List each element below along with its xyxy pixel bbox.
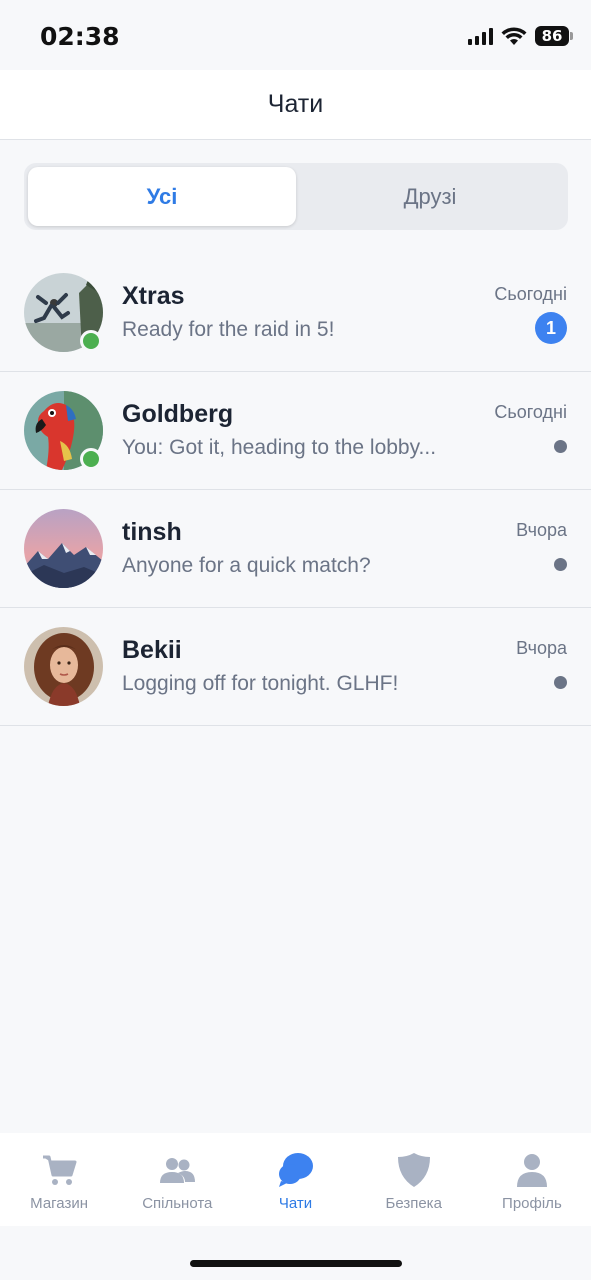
battery-icon: 86 (535, 26, 573, 46)
chat-name: Goldberg (122, 400, 234, 428)
tab-label: Чати (278, 1195, 313, 1212)
tab-profile[interactable]: Профіль (473, 1133, 591, 1226)
tab-community[interactable]: Спільнота (118, 1133, 236, 1226)
filter-segmented-control: Усі Друзі (24, 163, 568, 230)
chat-time: Сьогодні (494, 284, 567, 304)
tab-security[interactable]: Безпека (355, 1133, 473, 1226)
chat-name: Xtras (122, 282, 185, 310)
chat-bubbles-icon (278, 1153, 313, 1187)
cart-icon (43, 1155, 77, 1185)
tab-label: Спільнота (142, 1195, 213, 1212)
bottom-tab-bar: Магазин Спільнота Чати Безпека Профіль (0, 1133, 591, 1226)
status-time: 02:38 (40, 22, 120, 51)
status-icons: 86 (468, 24, 573, 48)
chat-row-tinsh[interactable]: tinsh Anyone for a quick match? Вчора (0, 490, 591, 608)
segment-all[interactable]: Усі (28, 167, 296, 226)
chat-time: Вчора (516, 638, 567, 658)
tab-chats[interactable]: Чати (236, 1133, 354, 1226)
wifi-icon (501, 27, 527, 45)
chat-name: tinsh (122, 518, 182, 546)
chat-row-bekii[interactable]: Bekii Logging off for tonight. GLHF! Вчо… (0, 608, 591, 726)
home-indicator[interactable] (190, 1260, 402, 1267)
chat-row-goldberg[interactable]: Goldberg You: Got it, heading to the lob… (0, 372, 591, 490)
chat-time: Вчора (516, 520, 567, 540)
chat-preview: Anyone for a quick match? (122, 554, 371, 577)
tab-label: Безпека (385, 1195, 442, 1212)
segment-friends[interactable]: Друзі (296, 167, 564, 226)
read-status-dot (554, 558, 567, 571)
chat-preview: You: Got it, heading to the lobby... (122, 436, 437, 459)
online-status-indicator (80, 330, 102, 352)
unread-count-badge: 1 (535, 312, 567, 344)
chat-row-xtras[interactable]: Xtras Ready for the raid in 5! Сьогодні … (0, 254, 591, 372)
online-status-indicator (80, 448, 102, 470)
tab-label: Магазин (30, 1195, 89, 1212)
avatar (24, 627, 103, 706)
shield-icon (397, 1153, 430, 1187)
cellular-signal-icon (468, 27, 493, 45)
chat-time: Сьогодні (494, 402, 567, 422)
read-status-dot (554, 440, 567, 453)
status-bar: 02:38 86 (0, 0, 591, 70)
avatar (24, 509, 103, 588)
chat-list: Xtras Ready for the raid in 5! Сьогодні … (0, 254, 591, 726)
chat-preview: Logging off for tonight. GLHF! (122, 672, 399, 695)
chat-preview: Ready for the raid in 5! (122, 318, 335, 341)
people-icon (160, 1158, 196, 1183)
chat-name: Bekii (122, 636, 182, 664)
tab-shop[interactable]: Магазин (0, 1133, 118, 1226)
tab-label: Профіль (502, 1195, 562, 1212)
app-header: Чати (0, 70, 591, 140)
person-icon (516, 1154, 547, 1187)
page-title: Чати (267, 90, 324, 118)
read-status-dot (554, 676, 567, 689)
